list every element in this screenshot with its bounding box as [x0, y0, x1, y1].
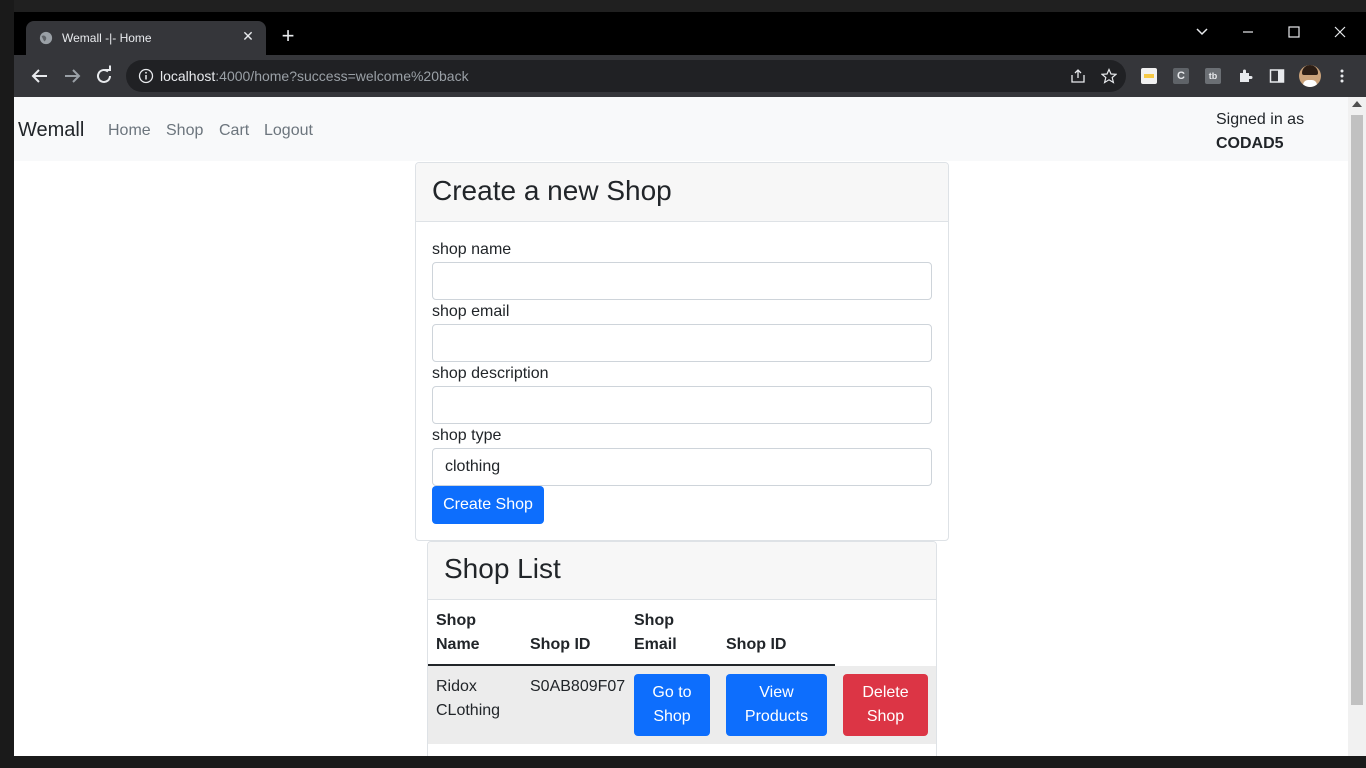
extension-highlighter-glyph — [1144, 74, 1154, 78]
extensions-icon[interactable] — [1237, 68, 1253, 84]
create-shop-card: Create a new Shop shop name shop email s… — [415, 162, 949, 541]
nav-link-cart[interactable]: Cart — [219, 122, 249, 140]
go-to-shop-button[interactable]: Go to Shop — [634, 674, 710, 736]
nav-link-shop[interactable]: Shop — [166, 122, 203, 140]
signed-in-username: CODAD5 — [1216, 135, 1284, 152]
shop-email-input[interactable] — [432, 324, 932, 362]
shop-name-input[interactable] — [432, 262, 932, 300]
share-icon[interactable] — [1070, 68, 1086, 84]
url-text[interactable]: localhost:4000/home?success=welcome%20ba… — [160, 68, 469, 84]
browser-toolbar: localhost:4000/home?success=welcome%20ba… — [14, 55, 1366, 97]
minimize-icon[interactable] — [1233, 20, 1263, 44]
site-navbar: Wemall Home Shop Cart Logout Signed in a… — [14, 97, 1348, 161]
bookmark-star-icon[interactable] — [1101, 68, 1117, 84]
extension-c-icon[interactable]: C — [1173, 68, 1189, 84]
extension-tb-icon[interactable]: tb — [1205, 68, 1221, 84]
brand-logo[interactable]: Wemall — [18, 119, 84, 142]
profile-avatar[interactable] — [1299, 65, 1321, 87]
maximize-icon[interactable] — [1279, 20, 1309, 44]
side-panel-icon[interactable] — [1269, 68, 1285, 84]
column-header-shop-id-2: Shop ID — [726, 636, 787, 653]
shop-description-label: shop description — [432, 365, 549, 382]
reload-icon[interactable] — [92, 64, 116, 88]
nav-link-home[interactable]: Home — [108, 122, 151, 140]
shop-name-cell: Ridox CLothing — [436, 678, 501, 719]
tab-title: Wemall -|- Home — [62, 31, 152, 45]
delete-shop-button[interactable]: Delete Shop — [843, 674, 928, 736]
shop-list-title: Shop List — [428, 542, 936, 600]
create-shop-title: Create a new Shop — [416, 163, 948, 222]
back-icon[interactable] — [28, 64, 52, 88]
column-header-shop-id: Shop ID — [530, 636, 591, 653]
table-row: Ridox CLothing S0AB809F07 Go to Shop Vie… — [428, 666, 936, 744]
site-info-icon[interactable] — [138, 68, 154, 84]
forward-icon[interactable] — [60, 64, 84, 88]
new-tab-button[interactable]: + — [278, 25, 298, 47]
column-header-shop-name: Shop Name — [436, 612, 480, 653]
close-window-icon[interactable] — [1325, 20, 1355, 44]
shop-type-label: shop type — [432, 427, 502, 444]
scroll-up-arrow-icon[interactable] — [1352, 101, 1362, 107]
column-header-shop-email: Shop Email — [634, 612, 677, 653]
shop-list-card: Shop List Shop Name Shop ID Shop Email S… — [427, 541, 937, 756]
taskbar-strip — [0, 756, 1366, 768]
avatar-hair — [1302, 65, 1318, 75]
browser-window: Wemall -|- Home ✕ + localhost:4000/home?… — [14, 12, 1366, 756]
globe-icon — [39, 31, 53, 45]
shop-email-label: shop email — [432, 303, 510, 320]
page-scrollbar[interactable] — [1348, 97, 1366, 756]
shop-type-input[interactable] — [432, 448, 932, 486]
desktop-left-edge — [0, 0, 14, 768]
scrollbar-thumb[interactable] — [1351, 115, 1363, 705]
view-products-button[interactable]: View Products — [726, 674, 827, 736]
tab-strip: Wemall -|- Home ✕ + — [14, 12, 1366, 55]
chevron-down-icon[interactable] — [1187, 20, 1217, 44]
shop-description-input[interactable] — [432, 386, 932, 424]
signed-in-label: Signed in as — [1216, 111, 1305, 128]
signed-in-info: Signed in as CODAD5 — [1216, 108, 1304, 156]
nav-link-logout[interactable]: Logout — [264, 122, 313, 140]
shop-id-cell: S0AB809F07 — [530, 678, 626, 695]
shop-name-label: shop name — [432, 241, 512, 258]
avatar-shirt — [1303, 80, 1317, 87]
menu-icon[interactable] — [1334, 68, 1350, 84]
close-tab-icon[interactable]: ✕ — [240, 28, 256, 44]
page-content: Wemall Home Shop Cart Logout Signed in a… — [14, 97, 1348, 756]
create-shop-button[interactable]: Create Shop — [432, 486, 544, 524]
browser-tab[interactable]: Wemall -|- Home ✕ — [26, 21, 266, 55]
address-bar[interactable]: localhost:4000/home?success=welcome%20ba… — [126, 60, 1126, 92]
desktop-background — [0, 0, 1366, 12]
extension-highlighter-icon[interactable] — [1141, 68, 1157, 84]
